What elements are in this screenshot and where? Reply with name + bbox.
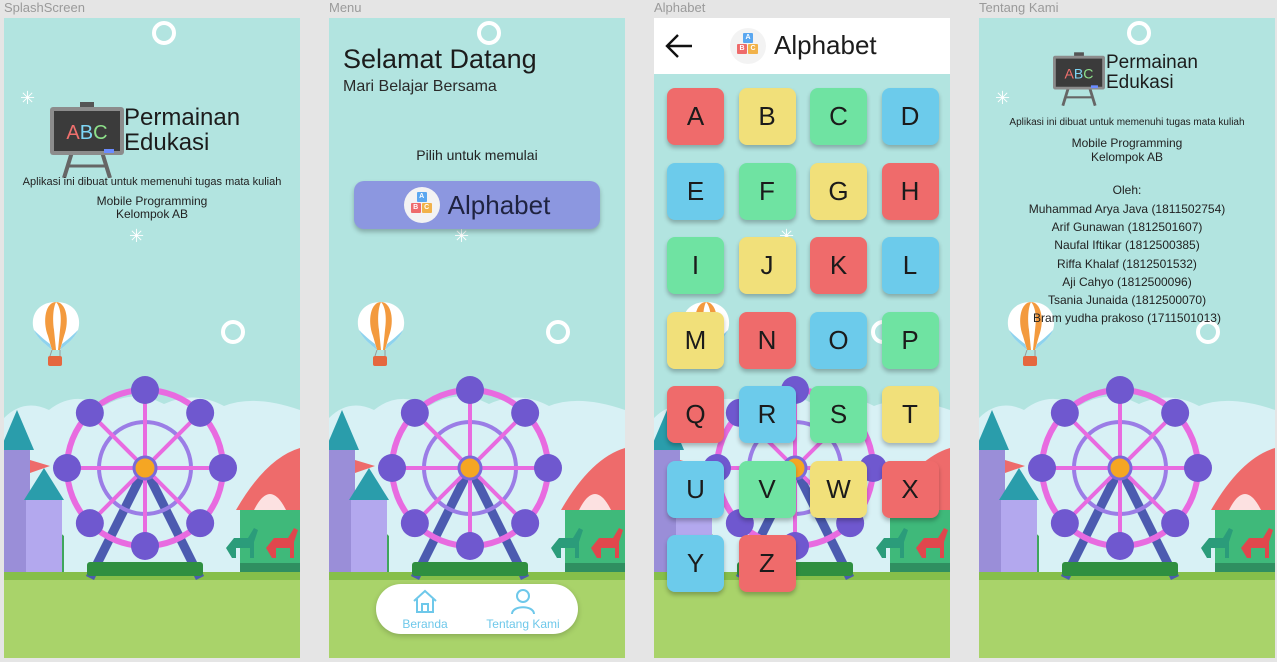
app-description: Aplikasi ini dibuat untuk memenuhi tugas… [22, 176, 282, 188]
frame-label-about: Tentang Kami [979, 0, 1059, 15]
hot-air-balloon-icon [28, 300, 84, 375]
menu-screen: ✳ Selamat Datang Mari Belajar Bersama Pi… [329, 18, 625, 658]
alphabet-button-label: Alphabet [447, 189, 551, 220]
by-label: Oleh: [1112, 183, 1142, 197]
svg-text:ABC: ABC [1065, 65, 1094, 81]
member-name: Tsania Junaida (1812500070) [1047, 293, 1207, 307]
bubble-ring-icon [1127, 21, 1151, 45]
letter-tile-o[interactable]: O [810, 311, 867, 369]
frame-label-alphabet: Alphabet [654, 0, 706, 15]
member-name: Riffa Khalaf (1812501532) [1057, 256, 1197, 271]
app-description: Aplikasi ini dibuat untuk memenuhi tugas… [1009, 117, 1245, 128]
letter-tile-p[interactable]: P [881, 311, 939, 369]
letter-tile-a[interactable]: A [667, 88, 724, 145]
nav-item-about[interactable]: Tentang Kami [480, 588, 566, 631]
hot-air-balloon-icon [353, 300, 409, 375]
about-screen: ✳ ABC Permainan Edukasi Aplikasi ini dib… [979, 18, 1275, 658]
letter-tile-n[interactable]: N [738, 311, 796, 369]
app-title: Permainan Edukasi [124, 105, 240, 155]
letter-tile-b[interactable]: B [738, 88, 796, 145]
splash-screen: ✳ ✳ ABC Permainan Edukasi Aplikasi ini d… [4, 18, 300, 658]
member-name: Arif Gunawan (1812501607) [1051, 220, 1203, 235]
app-title-line2: Edukasi [124, 129, 210, 156]
member-name: Aji Cahyo (1812500096) [1062, 274, 1192, 289]
alphabet-screen: ✳ A B C Alphabet ABCDEFGHIJKLMNOPQRSTUVW… [654, 18, 950, 658]
bubble-ring-icon [477, 21, 501, 45]
sparkle-icon: ✳ [129, 226, 145, 247]
course-name: Mobile Programming [96, 194, 208, 208]
letter-tile-s[interactable]: S [810, 386, 867, 443]
letter-tile-v[interactable]: V [738, 460, 796, 518]
user-icon [511, 589, 535, 615]
svg-text:ABC: ABC [66, 122, 107, 144]
app-header: A B C Alphabet [654, 18, 950, 74]
letter-tile-i[interactable]: I [667, 237, 724, 294]
frame-label-splash: SplashScreen [4, 0, 85, 15]
header-title: Alphabet [774, 30, 877, 60]
chalkboard-logo-icon: ABC [1053, 52, 1105, 111]
back-arrow-icon[interactable] [664, 32, 694, 60]
abc-blocks-icon: A B C [730, 28, 766, 64]
letter-tile-h[interactable]: H [881, 162, 939, 220]
letter-tile-q[interactable]: Q [667, 386, 724, 443]
bottom-nav: Beranda Tentang Kami [376, 584, 578, 634]
sparkle-icon: ✳ [20, 88, 36, 109]
alphabet-button[interactable]: A B C Alphabet [354, 181, 600, 229]
app-title-line2: Edukasi [1106, 72, 1174, 93]
member-name: Naufal Iftikar (1812500385) [1054, 238, 1200, 253]
nav-label-about: Tentang Kami [486, 617, 560, 631]
sparkle-icon: ✳ [454, 226, 470, 247]
letter-tile-w[interactable]: W [810, 460, 867, 518]
letter-tile-g[interactable]: G [810, 162, 867, 220]
abc-blocks-icon: A B C [403, 187, 440, 223]
bubble-ring-icon [152, 21, 176, 45]
welcome-title: Selamat Datang [343, 44, 537, 74]
frame-label-menu: Menu [329, 0, 362, 15]
letter-tile-d[interactable]: D [881, 88, 939, 145]
letter-tile-c[interactable]: C [810, 88, 867, 145]
letter-tile-f[interactable]: F [738, 162, 796, 220]
course-name: Mobile Programming [1071, 136, 1183, 150]
letter-tile-u[interactable]: U [667, 460, 724, 518]
nav-item-home[interactable]: Beranda [396, 588, 454, 631]
nav-label-home: Beranda [402, 617, 448, 631]
letter-tile-z[interactable]: Z [738, 535, 796, 592]
app-title: Permainan Edukasi [1106, 53, 1198, 93]
letter-tile-k[interactable]: K [810, 237, 867, 294]
group-name: Kelompok AB [115, 207, 189, 221]
letter-tile-l[interactable]: L [881, 237, 939, 294]
welcome-subtitle: Mari Belajar Bersama [343, 78, 497, 95]
member-name: Bram yudha prakoso (1711501013) [1033, 311, 1221, 326]
letter-tile-y[interactable]: Y [667, 535, 724, 592]
letter-tile-x[interactable]: X [881, 460, 939, 518]
letter-tile-m[interactable]: M [667, 311, 724, 369]
bubble-ring-icon [221, 320, 245, 344]
letter-tile-j[interactable]: J [738, 237, 796, 294]
letter-tile-r[interactable]: R [738, 386, 796, 443]
sparkle-icon: ✳ [995, 88, 1011, 109]
bubble-ring-icon [546, 320, 570, 344]
app-title-line1: Permainan [124, 104, 241, 131]
letter-tile-e[interactable]: E [667, 162, 724, 220]
start-prompt: Pilih untuk memulai [416, 147, 538, 163]
letter-tile-t[interactable]: T [881, 386, 939, 443]
chalkboard-logo-icon: ABC [50, 102, 124, 183]
app-title-line1: Permainan [1106, 52, 1198, 73]
group-name: Kelompok AB [1090, 150, 1164, 164]
home-icon [413, 589, 437, 613]
member-name: Muhammad Arya Java (1811502754) [1028, 202, 1226, 216]
